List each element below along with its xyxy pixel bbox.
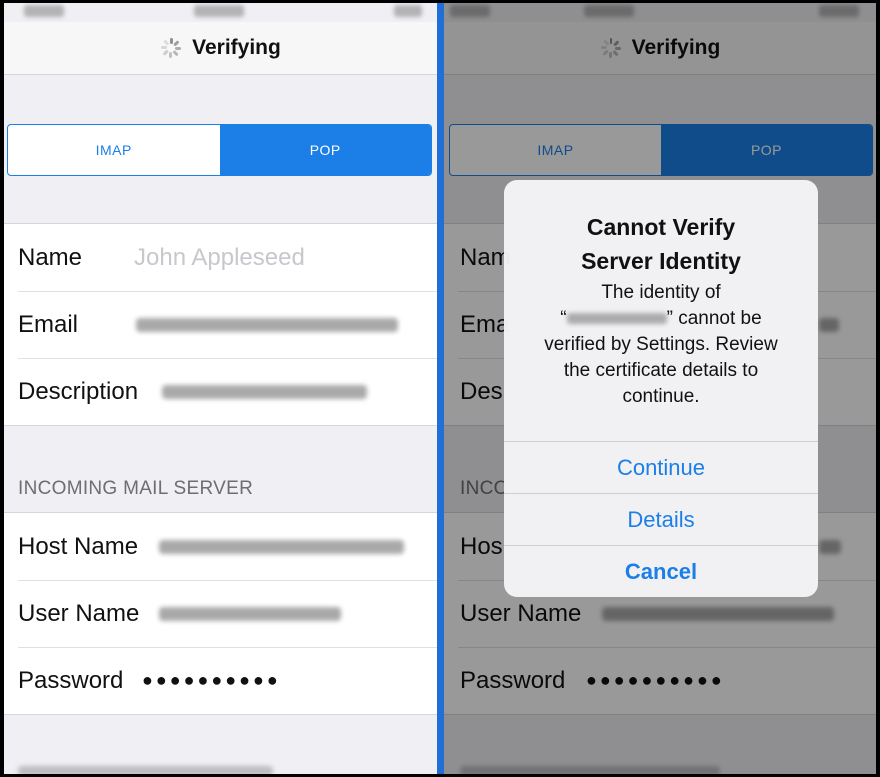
incoming-group: Host Name User Name Password ●●●●●●●●●● bbox=[4, 512, 437, 715]
protocol-segmented-control[interactable]: IMAP POP bbox=[7, 124, 432, 176]
quote-close: ” cannot be bbox=[666, 308, 762, 329]
account-group: Name John Appleseed Email Description bbox=[4, 223, 437, 426]
quote-open: “ bbox=[560, 308, 567, 329]
spinner-icon bbox=[160, 37, 182, 59]
description-field[interactable] bbox=[162, 384, 367, 399]
username-row[interactable]: User Name bbox=[4, 580, 437, 647]
name-row[interactable]: Name John Appleseed bbox=[4, 224, 437, 291]
alert-title-line-1: Cannot Verify bbox=[586, 214, 736, 240]
name-label: Name bbox=[18, 243, 83, 271]
alert-message-line-4: the certificate details to bbox=[563, 360, 759, 381]
incoming-section-header: INCOMING MAIL SERVER bbox=[18, 478, 254, 499]
status-bar bbox=[4, 0, 437, 22]
segment-pop[interactable]: POP bbox=[219, 125, 431, 175]
host-field[interactable] bbox=[159, 539, 404, 554]
alert-title: Cannot Verify Server Identity bbox=[504, 210, 818, 278]
host-label: Host Name bbox=[18, 532, 139, 560]
host-row[interactable]: Host Name bbox=[4, 513, 437, 580]
username-field[interactable] bbox=[159, 606, 341, 621]
alert-message-line-3: verified by Settings. Review bbox=[544, 334, 778, 355]
description-row[interactable]: Description bbox=[4, 358, 437, 425]
alert-dialog: Cannot Verify Server Identity The identi… bbox=[504, 180, 818, 597]
alert-message-line-2: “ ” cannot be bbox=[518, 306, 804, 332]
alert-message-line-5: continue. bbox=[622, 386, 700, 407]
description-label: Description bbox=[18, 377, 139, 405]
email-row[interactable]: Email bbox=[4, 291, 437, 358]
continue-button[interactable]: Continue bbox=[504, 441, 818, 494]
username-label: User Name bbox=[18, 599, 140, 627]
left-screen: Verifying IMAP POP Name John Appleseed E… bbox=[4, 0, 437, 777]
name-field[interactable]: John Appleseed bbox=[134, 244, 305, 272]
next-section-header bbox=[18, 766, 273, 776]
nav-bar: Verifying bbox=[4, 22, 437, 75]
password-field[interactable]: ●●●●●●●●●● bbox=[142, 670, 281, 691]
password-row[interactable]: Password ●●●●●●●●●● bbox=[4, 647, 437, 714]
nav-title: Verifying bbox=[192, 36, 281, 59]
alert-title-line-2: Server Identity bbox=[581, 248, 741, 274]
alert-message: The identity of “ ” cannot be verified by… bbox=[518, 280, 804, 410]
alert-message-line-1: The identity of bbox=[601, 282, 721, 303]
cancel-button[interactable]: Cancel bbox=[504, 545, 818, 597]
server-name-redacted bbox=[566, 313, 667, 325]
divider bbox=[437, 0, 444, 777]
password-label: Password bbox=[18, 666, 124, 694]
email-label: Email bbox=[18, 310, 79, 338]
email-field[interactable] bbox=[136, 317, 398, 332]
segment-imap[interactable]: IMAP bbox=[8, 125, 220, 175]
details-button[interactable]: Details bbox=[504, 493, 818, 546]
